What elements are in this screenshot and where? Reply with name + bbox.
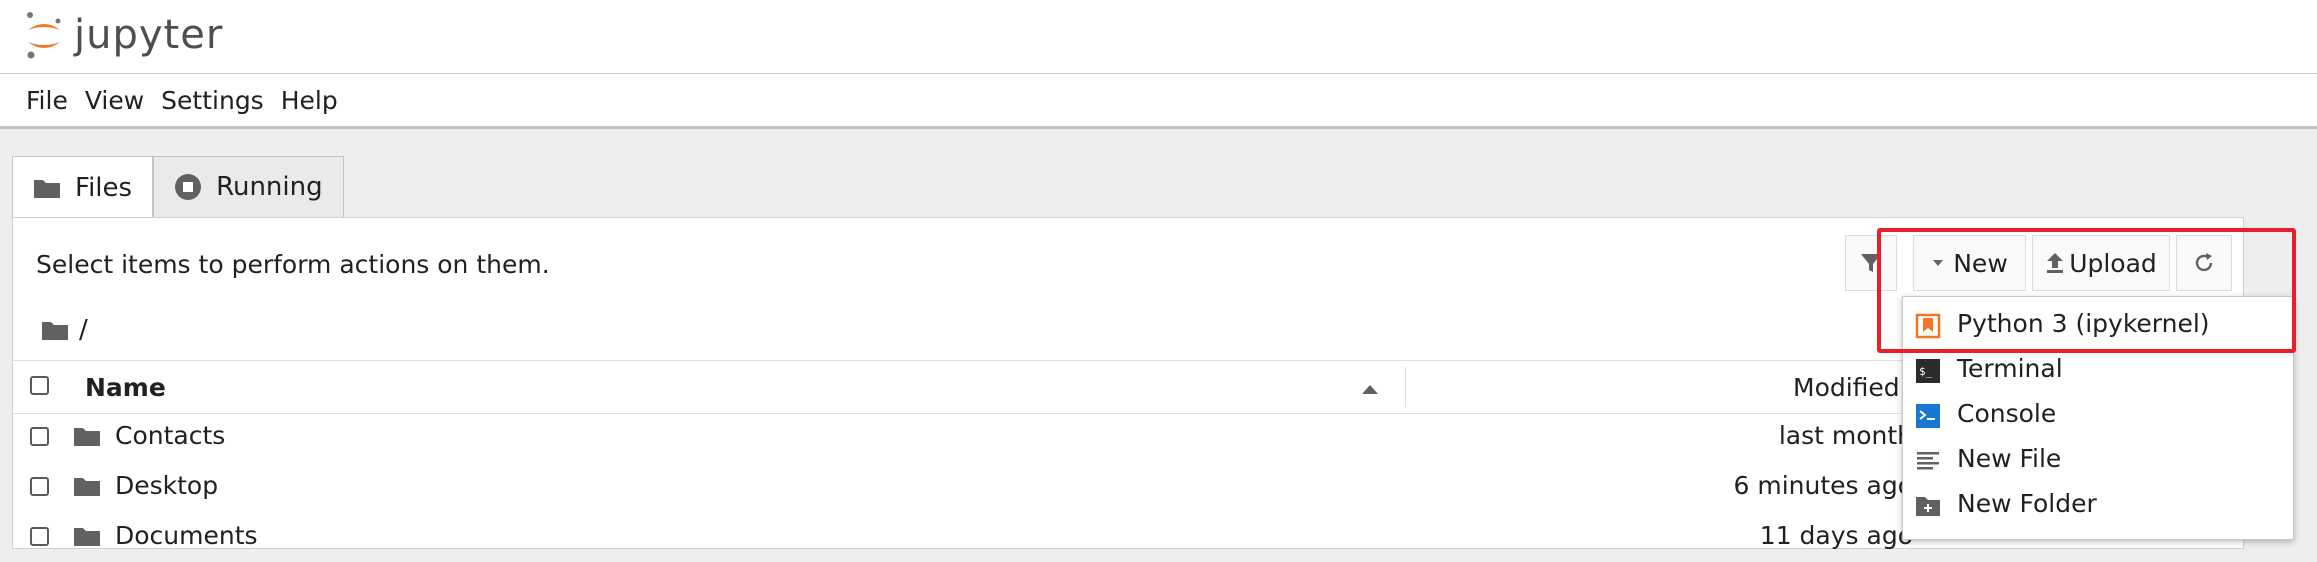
row-checkbox[interactable]: [30, 527, 49, 546]
console-icon: [1916, 404, 1940, 428]
terminal-icon: $_: [1916, 359, 1940, 383]
menu-bar: File View Settings Help: [0, 74, 2317, 129]
menu-item-console[interactable]: Console: [1903, 393, 2293, 437]
column-header-name[interactable]: Name: [85, 373, 166, 402]
logo-text: jupyter: [74, 12, 224, 58]
highlight-annotation-box: [1877, 228, 2296, 353]
file-modified: 11 days ago: [1759, 521, 1913, 550]
menu-item-label: New File: [1957, 444, 2062, 473]
file-modified: 6 minutes ago: [1733, 471, 1913, 500]
column-header-modified[interactable]: Modified: [1793, 373, 1900, 402]
menu-item-new-folder[interactable]: New Folder: [1903, 483, 2293, 527]
tab-running-label: Running: [216, 172, 323, 202]
top-header: jupyter: [0, 0, 2317, 74]
folder-icon: [74, 528, 100, 546]
file-modified: last month: [1778, 421, 1913, 450]
stop-circle-icon: [174, 173, 202, 201]
row-checkbox[interactable]: [30, 427, 49, 446]
select-all-checkbox[interactable]: [30, 376, 49, 395]
new-folder-icon: [1916, 497, 1940, 516]
file-name: Desktop: [115, 471, 219, 500]
tab-bar: Files Running: [12, 156, 344, 219]
column-divider[interactable]: [1405, 367, 1406, 407]
tab-running[interactable]: Running: [153, 156, 344, 217]
text-file-icon: [1917, 452, 1939, 470]
tab-files-label: Files: [75, 173, 133, 203]
jupyter-logo-icon: [27, 12, 61, 59]
file-name: Contacts: [115, 421, 226, 450]
breadcrumb-path: /: [79, 315, 88, 345]
menu-file[interactable]: File: [0, 86, 85, 115]
row-checkbox[interactable]: [30, 477, 49, 496]
folder-icon: [74, 428, 100, 446]
menu-settings[interactable]: Settings: [161, 86, 281, 115]
menu-item-label: Console: [1957, 399, 2057, 428]
file-name: Documents: [115, 521, 258, 550]
folder-icon: [42, 322, 68, 340]
selection-hint: Select items to perform actions on them.: [36, 250, 550, 279]
folder-icon: [33, 177, 61, 199]
folder-icon: [74, 478, 100, 496]
sort-ascending-icon[interactable]: [1361, 383, 1379, 395]
tab-files[interactable]: Files: [12, 156, 154, 219]
menu-item-label: Terminal: [1957, 354, 2063, 383]
menu-help[interactable]: Help: [281, 86, 355, 115]
menu-item-label: New Folder: [1957, 489, 2097, 518]
jupyter-logo[interactable]: jupyter: [24, 6, 223, 64]
menu-item-terminal[interactable]: $_ Terminal: [1903, 348, 2293, 392]
menu-view[interactable]: View: [85, 86, 161, 115]
breadcrumb[interactable]: /: [41, 315, 88, 345]
svg-text:$_: $_: [1919, 365, 1933, 378]
menu-item-new-file[interactable]: New File: [1903, 438, 2293, 482]
